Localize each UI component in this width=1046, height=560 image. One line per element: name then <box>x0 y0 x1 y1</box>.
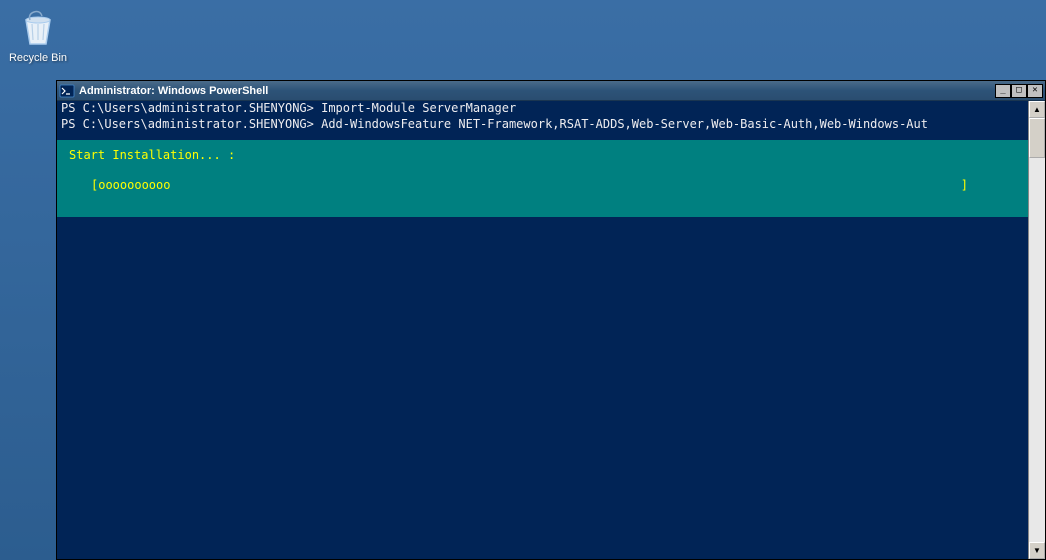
powershell-icon <box>59 83 75 99</box>
recycle-bin-icon <box>18 8 58 48</box>
maximize-button[interactable]: □ <box>1011 84 1027 98</box>
progress-bar-open: [ <box>91 178 98 194</box>
progress-bar-close: ] <box>961 178 1024 194</box>
vertical-scrollbar[interactable]: ▲ ▼ <box>1028 101 1045 559</box>
close-button[interactable]: ✕ <box>1027 84 1043 98</box>
prompt: PS C:\Users\administrator.SHENYONG> <box>61 117 314 131</box>
window-controls: _ □ ✕ <box>995 84 1043 98</box>
console-area: PS C:\Users\administrator.SHENYONG> Impo… <box>57 101 1045 559</box>
console-content[interactable]: PS C:\Users\administrator.SHENYONG> Impo… <box>57 101 1028 559</box>
progress-title: Start Installation... : <box>61 148 1024 164</box>
recycle-bin-desktop-icon[interactable]: Recycle Bin <box>8 8 68 64</box>
progress-bar-space <box>170 178 960 194</box>
window-titlebar[interactable]: Administrator: Windows PowerShell _ □ ✕ <box>57 81 1045 101</box>
scroll-down-button[interactable]: ▼ <box>1029 542 1045 559</box>
prompt: PS C:\Users\administrator.SHENYONG> <box>61 101 314 115</box>
scroll-up-button[interactable]: ▲ <box>1029 101 1045 118</box>
console-line: PS C:\Users\administrator.SHENYONG> Impo… <box>57 101 1028 117</box>
powershell-window: Administrator: Windows PowerShell _ □ ✕ … <box>56 80 1046 560</box>
window-title: Administrator: Windows PowerShell <box>79 85 995 97</box>
scroll-track[interactable] <box>1029 118 1045 542</box>
console-line: PS C:\Users\administrator.SHENYONG> Add-… <box>57 117 1028 133</box>
recycle-bin-label: Recycle Bin <box>8 52 68 64</box>
progress-bar-fill: oooooooooo <box>98 178 170 194</box>
command-text: Import-Module ServerManager <box>321 101 516 115</box>
scroll-thumb[interactable] <box>1029 118 1045 158</box>
command-text: Add-WindowsFeature NET-Framework,RSAT-AD… <box>321 117 928 131</box>
progress-bar: [oooooooooo] <box>61 178 1024 194</box>
minimize-button[interactable]: _ <box>995 84 1011 98</box>
progress-block: Start Installation... : [oooooooooo] <box>57 140 1028 217</box>
